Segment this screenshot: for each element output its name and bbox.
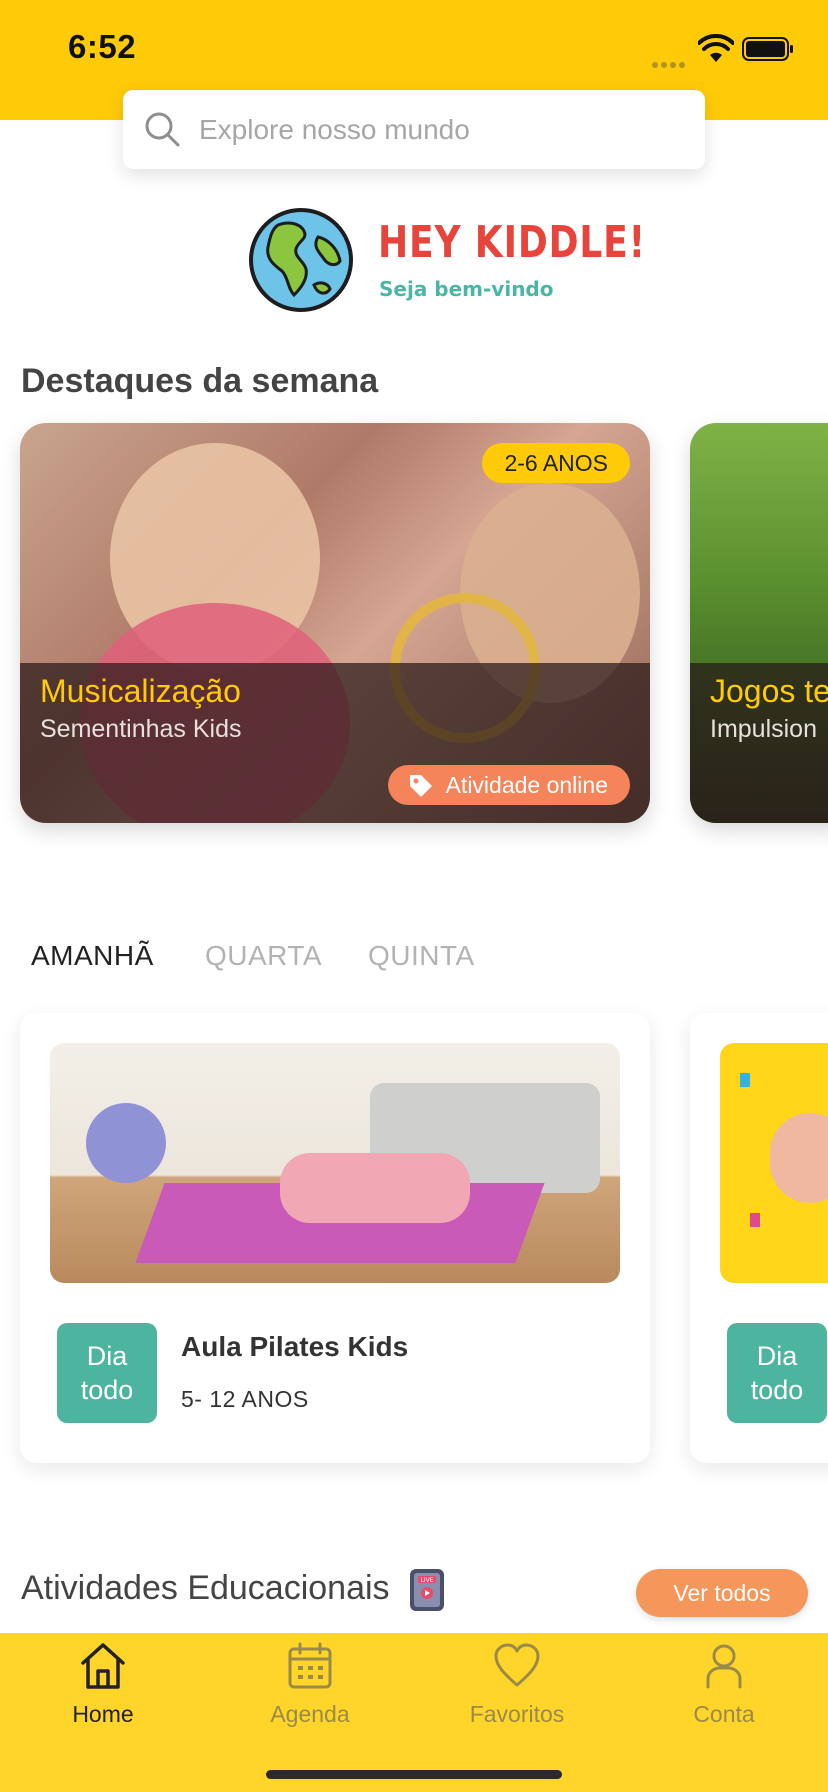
event-age: 5- 12 ANOS (181, 1386, 309, 1412)
online-activity-tag: Atividade online (387, 765, 630, 805)
app-logo: HEY KIDDLE! Seja bem-vindo (246, 205, 645, 315)
nav-agenda-label: Agenda (270, 1701, 350, 1727)
event-image (720, 1043, 828, 1283)
svg-text:LIVE: LIVE (421, 1577, 434, 1584)
educational-title: Atividades Educacionais (21, 1568, 390, 1607)
event-image (50, 1043, 620, 1283)
home-indicator (266, 1770, 562, 1779)
highlights-title: Destaques da semana (21, 362, 379, 400)
card-title: Jogos te (710, 673, 828, 709)
wifi-icon (698, 34, 734, 62)
home-icon (81, 1643, 125, 1689)
event-card[interactable]: Dia todo Aula Pilates Kids 5- 12 ANOS (20, 1013, 650, 1463)
card-subtitle: Impulsion (710, 715, 817, 743)
bottom-nav: Home Agenda Favoritos Conta (0, 1633, 828, 1792)
user-icon (706, 1644, 742, 1689)
confetti (750, 1213, 760, 1227)
tab-amanha[interactable]: AMANHÃ (31, 940, 154, 972)
battery-icon (742, 37, 793, 61)
all-day-badge: Dia todo (57, 1323, 157, 1423)
age-badge: 2-6 ANOS (482, 443, 630, 483)
nav-conta-label: Conta (693, 1701, 755, 1727)
confetti (740, 1073, 750, 1087)
highlight-card[interactable]: Jogos te Impulsion (690, 423, 828, 823)
nav-home[interactable]: Home (23, 1641, 183, 1728)
tab-quinta[interactable]: QUINTA (368, 940, 475, 972)
child-figure (280, 1153, 470, 1223)
badge-line-1: Dia (86, 1341, 128, 1371)
see-all-button[interactable]: Ver todos (636, 1569, 808, 1617)
highlight-card[interactable]: 2-6 ANOS Musicalização Sementinhas Kids … (20, 423, 650, 823)
globe-icon (249, 208, 353, 312)
search-icon (145, 112, 180, 147)
card-subtitle: Sementinhas Kids (40, 715, 242, 743)
badge-line-1: Dia (756, 1341, 798, 1371)
badge-line-2: todo (80, 1375, 134, 1405)
tab-quarta[interactable]: QUARTA (205, 940, 322, 972)
nav-home-label: Home (72, 1701, 134, 1727)
online-tag-label: Atividade online (445, 772, 608, 798)
search-bar[interactable] (123, 90, 705, 169)
hand-shape (770, 1113, 828, 1203)
badge-line-2: todo (750, 1375, 804, 1405)
tag-icon (409, 775, 432, 797)
event-card[interactable]: Dia todo (690, 1013, 828, 1463)
event-title: Aula Pilates Kids (181, 1331, 409, 1362)
status-time: 6:52 (68, 28, 137, 65)
nav-favoritos-label: Favoritos (469, 1701, 565, 1727)
calendar-icon (288, 1642, 332, 1689)
all-day-badge: Dia todo (727, 1323, 827, 1423)
search-input[interactable] (199, 90, 679, 169)
nav-conta[interactable]: Conta (644, 1641, 804, 1728)
nav-agenda[interactable]: Agenda (230, 1641, 390, 1728)
heart-icon (494, 1643, 540, 1687)
live-tv-icon: LIVE (410, 1569, 445, 1611)
nav-favoritos[interactable]: Favoritos (437, 1641, 597, 1728)
cellular-signal-icon (652, 55, 688, 73)
ball-shape (86, 1103, 166, 1183)
educational-section: Atividades Educacionais LIVE (21, 1568, 445, 1612)
logo-subtitle: Seja bem-vindo (379, 277, 554, 301)
card-title: Musicalização (40, 673, 241, 709)
logo-title: HEY KIDDLE! (378, 217, 646, 268)
